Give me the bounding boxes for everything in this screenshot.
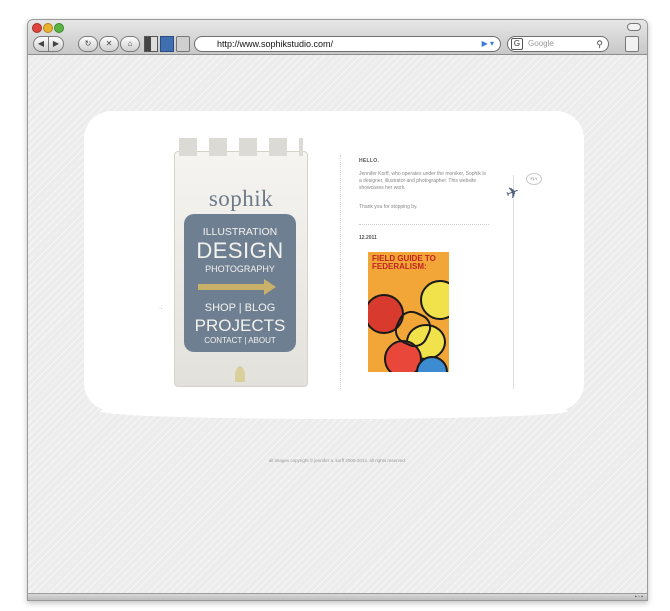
post-date: 12.2011: [359, 235, 377, 241]
browser-window: ◀ ▶ ↻ ✕ ⌂ http://www.sophikstudio.com/ ▶…: [27, 19, 648, 601]
new-window-icon[interactable]: [625, 36, 639, 52]
stop-button[interactable]: ✕: [99, 36, 119, 52]
blog-thanks: Thank you for stopping by.: [359, 204, 418, 210]
post-image-title: FIELD GUIDE TO FEDERALISM:: [372, 254, 436, 271]
arrow-icon: [198, 279, 276, 295]
save-icon[interactable]: [160, 36, 174, 52]
address-text: http://www.sophikstudio.com/: [217, 39, 334, 49]
zoom-window-button[interactable]: [54, 23, 64, 33]
blog-intro: Jennifer Korff, who operates under the m…: [359, 171, 486, 191]
main-panel: [90, 117, 578, 405]
back-button[interactable]: ◀: [33, 36, 49, 52]
timeline-line: [513, 175, 514, 389]
nav-contact-about[interactable]: CONTACT | ABOUT: [184, 336, 296, 345]
scroll-hint-icon: ·:: [159, 305, 163, 311]
bookmark-icon[interactable]: [144, 36, 158, 52]
blog-greeting: HELLO.: [359, 158, 380, 164]
minimize-window-button[interactable]: [43, 23, 53, 33]
go-dropdown-icon[interactable]: ▶ ▾: [482, 37, 494, 51]
sign-frame-top: [179, 138, 303, 156]
close-window-button[interactable]: [32, 23, 42, 33]
address-bar[interactable]: http://www.sophikstudio.com/ ▶ ▾: [194, 36, 501, 52]
status-icons: ▪ ▫ ▪: [634, 594, 643, 600]
toolbar-toggle-button[interactable]: [627, 23, 641, 31]
nav-design[interactable]: DESIGN: [184, 238, 296, 264]
archive-icon[interactable]: [176, 36, 190, 52]
browser-toolbar: ◀ ▶ ↻ ✕ ⌂ http://www.sophikstudio.com/ ▶…: [28, 20, 647, 55]
nav-illustration[interactable]: ILLUSTRATION: [184, 226, 296, 238]
copyright-notice: all images copyright © jennifer a. korff…: [268, 458, 407, 463]
column-divider: [340, 155, 341, 389]
reload-button[interactable]: ↻: [78, 36, 98, 52]
sign-menu-board: ILLUSTRATION DESIGN PHOTOGRAPHY SHOP | B…: [184, 214, 296, 352]
blog-divider: [359, 224, 489, 225]
sandwich-board-sign: sophik ILLUSTRATION DESIGN PHOTOGRAPHY S…: [174, 138, 308, 387]
home-button[interactable]: ⌂: [120, 36, 140, 52]
nav-projects[interactable]: PROJECTS: [184, 316, 296, 336]
post-image[interactable]: FIELD GUIDE TO FEDERALISM:: [368, 252, 449, 372]
plant-illustration: [231, 358, 249, 382]
panel-edge-bottom: [100, 403, 568, 419]
magnifier-icon[interactable]: ⚲: [596, 37, 603, 51]
forward-button[interactable]: ▶: [48, 36, 64, 52]
illustration-circle: [420, 280, 449, 320]
status-bar: ▪ ▫ ▪: [28, 593, 647, 600]
search-input[interactable]: G Google ⚲: [507, 36, 609, 52]
nav-shop-blog[interactable]: SHOP | BLOG: [184, 302, 296, 314]
page-content: sophik ILLUSTRATION DESIGN PHOTOGRAPHY S…: [28, 55, 647, 596]
search-engine-icon[interactable]: G: [511, 38, 523, 50]
fly-button[interactable]: FLY: [526, 173, 542, 185]
nav-photography[interactable]: PHOTOGRAPHY: [184, 264, 296, 274]
search-placeholder: Google: [528, 39, 554, 48]
brand-logo[interactable]: sophik: [175, 186, 307, 212]
